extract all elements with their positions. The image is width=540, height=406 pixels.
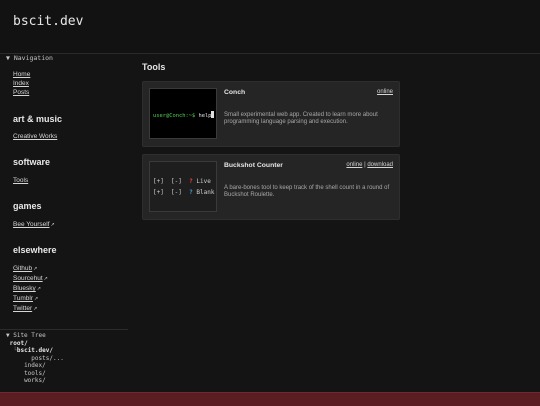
nav-link-index[interactable]: Index bbox=[13, 79, 30, 88]
conch-online-link[interactable]: online bbox=[377, 89, 393, 95]
blank-row: [+] [-] ? Blank bbox=[153, 189, 215, 196]
site-tree: ▼ Site Tree root/ └bscit.dev/ posts/... … bbox=[6, 332, 64, 384]
sidebar-divider bbox=[0, 329, 128, 330]
conch-thumbnail[interactable]: user@Conch:~$ help bbox=[149, 88, 217, 139]
page-title: Tools bbox=[142, 62, 166, 72]
tree-item-index[interactable]: index/ bbox=[24, 362, 46, 369]
main-content: Tools bbox=[142, 62, 165, 72]
card-desc-buckshot: A bare-bones tool to keep track of the s… bbox=[224, 185, 390, 199]
section-title-elsewhere: elsewhere bbox=[13, 245, 57, 255]
site-tree-header[interactable]: ▼ Site Tree bbox=[6, 332, 64, 340]
link-tools[interactable]: Tools bbox=[13, 176, 28, 185]
cursor-block bbox=[211, 111, 215, 118]
buckshot-online-link[interactable]: online bbox=[346, 162, 362, 168]
link-tumblr[interactable]: Tumblr bbox=[13, 294, 48, 304]
nav-links: Home Index Posts bbox=[13, 70, 30, 97]
link-sourcehut[interactable]: Sourcehut bbox=[13, 274, 48, 284]
link-separator: | bbox=[364, 162, 366, 168]
card-links-conch: online bbox=[377, 89, 393, 95]
card-title-conch: Conch bbox=[224, 89, 246, 96]
buckshot-download-link[interactable]: download bbox=[367, 162, 393, 168]
tree-item-posts[interactable]: posts/... bbox=[31, 355, 64, 362]
link-bluesky[interactable]: Bluesky bbox=[13, 284, 48, 294]
tool-card-conch: user@Conch:~$ help Conch online Small ex… bbox=[142, 81, 400, 147]
elsewhere-links: Github Sourcehut Bluesky Tumblr Twitter bbox=[13, 264, 48, 314]
link-github[interactable]: Github bbox=[13, 264, 48, 274]
buckshot-preview: [+] [-] ? Live [+] [-] ? Blank bbox=[153, 176, 214, 198]
site-title[interactable]: bscit.dev bbox=[13, 14, 83, 29]
link-creative-works[interactable]: Creative Works bbox=[13, 132, 57, 141]
section-title-games: games bbox=[13, 201, 42, 211]
link-bee-yourself[interactable]: Bee Yourself bbox=[13, 220, 55, 230]
nav-link-posts[interactable]: Posts bbox=[13, 88, 30, 97]
sidebar: ▼ Navigation Home Index Posts art & musi… bbox=[0, 54, 128, 392]
tree-item-works[interactable]: works/ bbox=[24, 377, 46, 384]
footer-bar bbox=[0, 392, 540, 406]
tool-card-buckshot-counter: [+] [-] ? Live [+] [-] ? Blank Buckshot C… bbox=[142, 154, 400, 220]
link-twitter[interactable]: Twitter bbox=[13, 304, 48, 314]
terminal-prompt: user@Conch:~$ help bbox=[153, 111, 215, 119]
live-row: [+] [-] ? Live bbox=[153, 178, 211, 185]
tree-item-tools[interactable]: tools/ bbox=[24, 370, 46, 377]
section-title-software: software bbox=[13, 157, 51, 167]
card-desc-conch: Small experimental web app. Created to l… bbox=[224, 112, 378, 126]
nav-header[interactable]: ▼ Navigation bbox=[6, 54, 53, 62]
card-title-buckshot-counter: Buckshot Counter bbox=[224, 162, 283, 169]
nav-link-home[interactable]: Home bbox=[13, 70, 30, 79]
buckshot-thumbnail[interactable]: [+] [-] ? Live [+] [-] ? Blank bbox=[149, 161, 217, 212]
site-header: bscit.dev bbox=[0, 0, 540, 54]
section-title-art-music: art & music bbox=[13, 114, 63, 124]
tree-site[interactable]: bscit.dev/ bbox=[17, 347, 53, 354]
tree-root[interactable]: root/ bbox=[10, 340, 28, 347]
card-links-buckshot: online | download bbox=[346, 162, 393, 168]
